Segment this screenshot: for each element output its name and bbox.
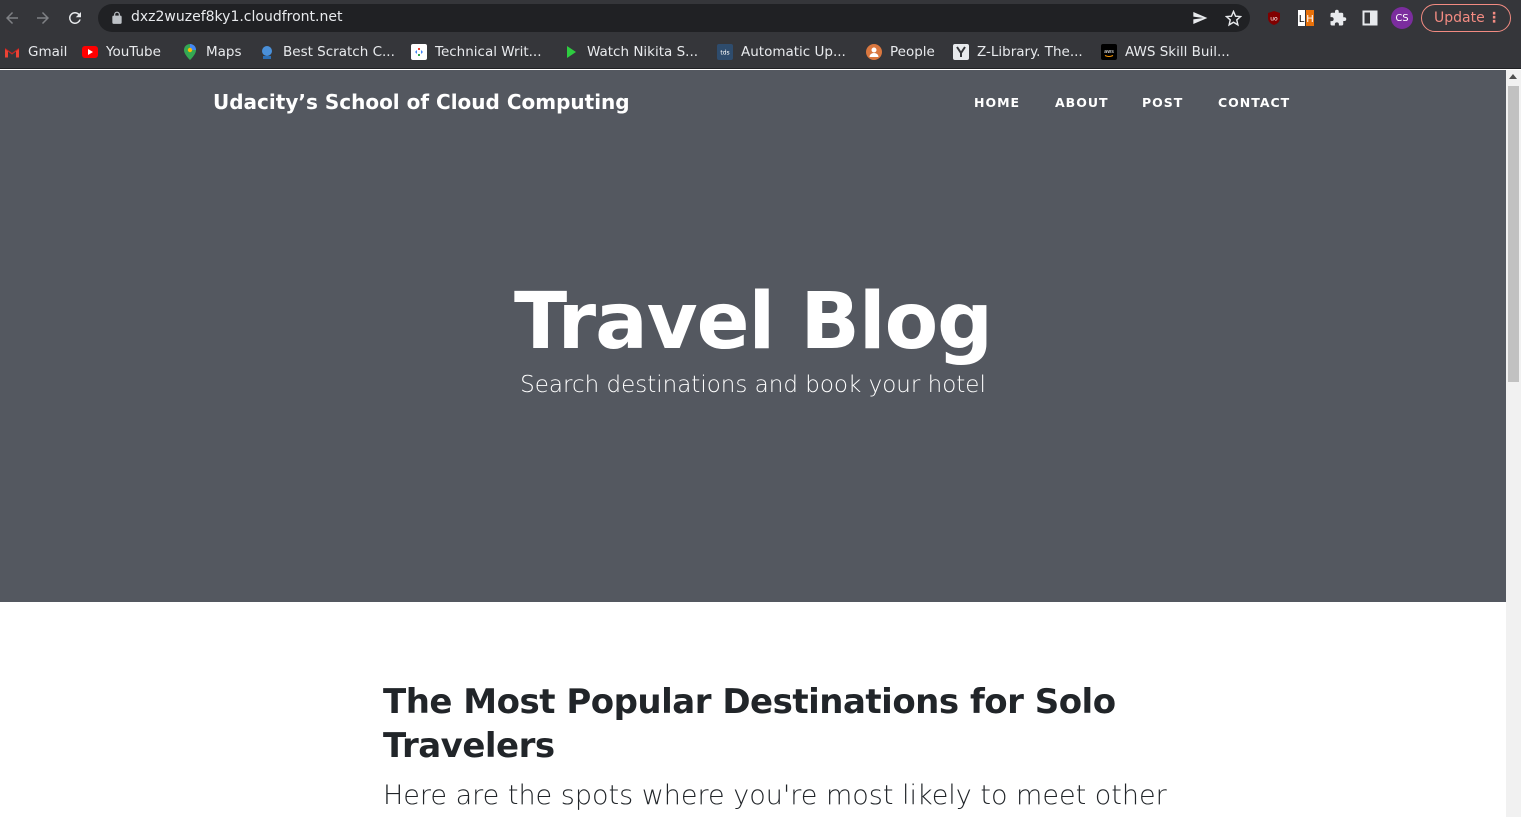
star-icon [1224, 9, 1242, 26]
address-bar[interactable]: dxz2wuzef8ky1.cloudfront.net [98, 4, 1250, 32]
side-panel-icon [1362, 10, 1378, 26]
browser-toolbar: dxz2wuzef8ky1.cloudfront.net uo LH CS Up… [0, 0, 1521, 36]
post-title-link[interactable]: The Most Popular Destinations for Solo T… [383, 680, 1143, 768]
nav-link-post[interactable]: POST [1142, 95, 1183, 110]
lighthouse-icon: LH [1298, 10, 1314, 26]
lock-icon [112, 11, 122, 24]
url-text[interactable]: dxz2wuzef8ky1.cloudfront.net [131, 9, 342, 25]
svg-text:L: L [1299, 14, 1305, 25]
bookmarks-bar: Gmail YouTube Maps Best Scratch C... Tec… [0, 36, 1521, 69]
bookmark-maps[interactable]: Maps [182, 42, 242, 62]
forward-button[interactable] [31, 6, 55, 30]
nav-link-home[interactable]: HOME [974, 95, 1020, 110]
bookmark-star-button[interactable] [1223, 8, 1243, 28]
people-icon [866, 44, 882, 60]
bookmark-people[interactable]: People [866, 42, 935, 62]
svg-text:tds: tds [720, 50, 729, 57]
nav-link-about[interactable]: ABOUT [1055, 95, 1109, 110]
update-button[interactable]: Update ⋮ [1421, 4, 1511, 32]
play-icon [563, 44, 579, 60]
nav-link-contact[interactable]: CONTACT [1218, 95, 1290, 110]
zlibrary-icon [953, 44, 969, 60]
ublock-extension[interactable]: uo [1264, 8, 1284, 28]
send-tab-button[interactable] [1190, 8, 1210, 28]
site-brand-link[interactable]: Udacity’s School of Cloud Computing [213, 90, 630, 114]
hero-header: Udacity’s School of Cloud Computing HOME… [0, 70, 1506, 602]
puzzle-icon [1330, 9, 1347, 26]
technical-writing-icon [411, 44, 427, 60]
back-button[interactable] [0, 6, 24, 30]
page-viewport: Udacity’s School of Cloud Computing HOME… [0, 70, 1506, 817]
bookmark-youtube[interactable]: YouTube [82, 42, 161, 62]
reload-button[interactable] [63, 6, 87, 30]
bookmark-best-scratch[interactable]: Best Scratch C... [259, 42, 395, 62]
forward-arrow-icon [37, 12, 49, 24]
bookmark-gmail[interactable]: Gmail [4, 42, 67, 62]
bookmark-technical-writing[interactable]: Technical Writ... [411, 42, 542, 62]
hero-subtitle: Search destinations and book your hotel [520, 372, 986, 398]
aws-icon: aws [1101, 44, 1117, 60]
profile-avatar[interactable]: CS [1391, 7, 1413, 29]
scrollbar-thumb[interactable] [1508, 86, 1519, 382]
scroll-up-arrow-icon[interactable] [1509, 74, 1517, 79]
page-scrollbar[interactable] [1506, 70, 1521, 817]
extensions-button[interactable] [1328, 8, 1348, 28]
gmail-icon [4, 44, 20, 60]
back-arrow-icon [6, 12, 18, 24]
kebab-menu-icon[interactable]: ⋮ [1487, 5, 1501, 31]
update-label: Update [1434, 10, 1485, 26]
bookmark-automatic-up[interactable]: tds Automatic Up... [717, 42, 846, 62]
hero-title: Travel Blog [514, 277, 993, 367]
maps-icon [182, 44, 198, 60]
bookmark-zlibrary[interactable]: Z-Library. The... [953, 42, 1083, 62]
bookmark-aws-skill-builder[interactable]: aws AWS Skill Buil... [1101, 42, 1230, 62]
scratch-icon [259, 44, 275, 60]
post-subtitle[interactable]: Here are the spots where you're most lik… [383, 776, 1167, 816]
youtube-icon [82, 44, 98, 60]
svg-text:H: H [1306, 14, 1314, 25]
svg-text:aws: aws [1104, 49, 1114, 55]
reload-icon [68, 11, 81, 24]
tds-icon: tds [717, 44, 733, 60]
send-icon [1193, 12, 1208, 24]
side-panel-button[interactable] [1360, 8, 1380, 28]
bookmark-watch-nikita[interactable]: Watch Nikita S... [563, 42, 698, 62]
lighthouse-extension[interactable]: LH [1296, 8, 1316, 28]
svg-text:uo: uo [1270, 16, 1278, 23]
ublock-icon: uo [1268, 11, 1280, 25]
